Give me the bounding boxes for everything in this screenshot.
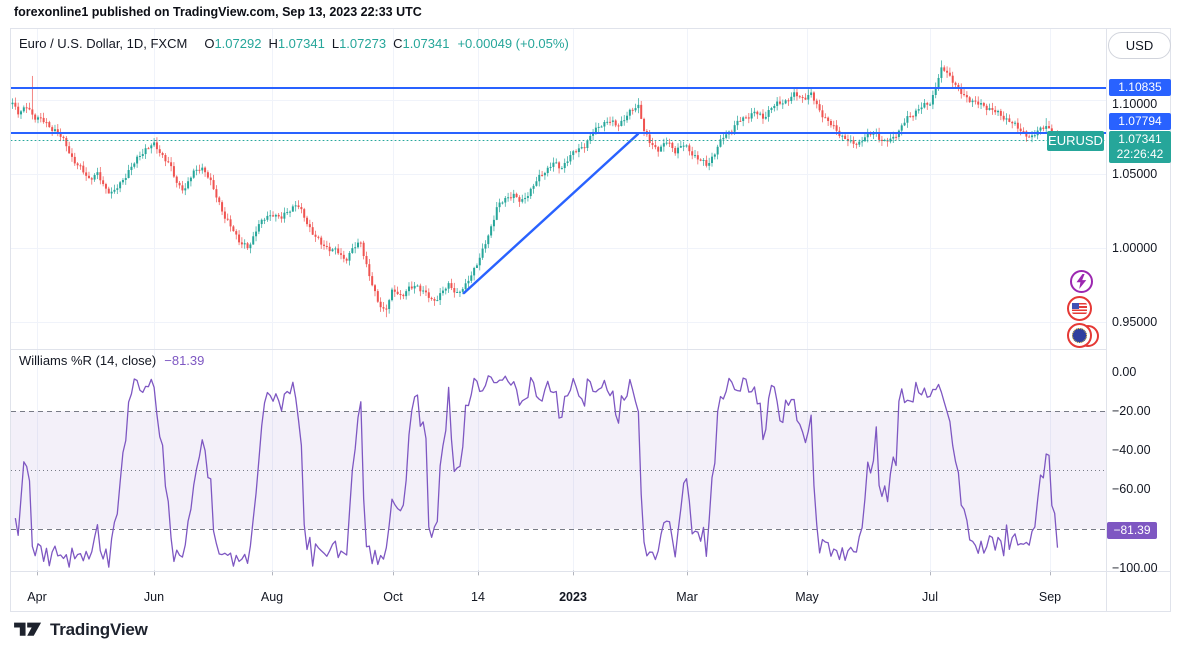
time-tick-label: Jul xyxy=(922,589,938,605)
price-tick-label: 1.05000 xyxy=(1112,167,1157,182)
time-tick-label: 2023 xyxy=(559,589,587,605)
last-price-value: 1.07341 xyxy=(1109,132,1171,147)
time-tick-label: Mar xyxy=(676,589,698,605)
time-tick-label: 14 xyxy=(471,589,485,605)
lightning-events-icon[interactable] xyxy=(1070,270,1093,293)
upper-level-price-label: 1.10835 xyxy=(1109,79,1171,96)
indicator-tick-label: −40.00 xyxy=(1112,443,1151,458)
symbol-title[interactable]: Euro / U.S. Dollar, 1D, FXCM xyxy=(19,36,187,51)
tradingview-footer[interactable]: TradingView xyxy=(14,620,148,640)
indicator-legend: Williams %R (14, close) −81.39 xyxy=(19,353,204,368)
time-tick-label: Oct xyxy=(383,589,402,605)
lower-level-price-label: 1.07794 xyxy=(1109,113,1171,130)
indicator-tick-label: −60.00 xyxy=(1112,482,1151,497)
indicator-tick-label: 0.00 xyxy=(1112,365,1136,380)
price-tick-label: 1.00000 xyxy=(1112,241,1157,256)
pane-divider[interactable] xyxy=(11,349,1106,350)
price-tick-label: 1.10000 xyxy=(1112,97,1157,112)
last-price-countdown-label: 1.07341 22:26:42 xyxy=(1109,131,1171,163)
time-tick-label: Jun xyxy=(144,589,164,605)
bar-countdown: 22:26:42 xyxy=(1109,147,1171,162)
indicator-tick-label: −20.00 xyxy=(1112,404,1151,419)
us-flag xyxy=(1072,303,1087,314)
time-tick-label: Sep xyxy=(1039,589,1061,605)
symbol-legend: Euro / U.S. Dollar, 1D, FXCMO1.07292H1.0… xyxy=(19,36,569,51)
ohlc-key: H xyxy=(268,36,277,51)
ohlc-value: 1.07292 xyxy=(214,36,261,51)
ohlc-key: O xyxy=(204,36,214,51)
tradingview-logo-icon xyxy=(14,621,42,639)
screenshot-root: forexonline1 published on TradingView.co… xyxy=(0,0,1177,650)
time-tick-label: Aug xyxy=(261,589,283,605)
ohlc-value: 1.07341 xyxy=(402,36,449,51)
publish-attribution: forexonline1 published on TradingView.co… xyxy=(14,5,422,19)
publish-text: forexonline1 published on TradingView.co… xyxy=(14,5,422,19)
time-tick-label: May xyxy=(795,589,819,605)
chart-widget: Euro / U.S. Dollar, 1D, FXCMO1.07292H1.0… xyxy=(10,28,1171,612)
eu-economic-events-icon[interactable] xyxy=(1067,323,1092,348)
ohlc-key: L xyxy=(332,36,339,51)
indicator-title[interactable]: Williams %R (14, close) xyxy=(19,353,156,368)
symbol-price-flag: EURUSD xyxy=(1047,131,1104,151)
ohlc-value: 1.07341 xyxy=(278,36,325,51)
ohlc-values: O1.07292H1.07341L1.07273C1.07341 xyxy=(197,36,449,51)
williams-value-label: −81.39 xyxy=(1107,522,1157,539)
ohlc-value: 1.07273 xyxy=(339,36,386,51)
event-icons-group xyxy=(1061,270,1107,376)
indicator-value: −81.39 xyxy=(164,353,204,368)
time-axis-divider xyxy=(11,571,1170,572)
currency-toggle-button[interactable]: USD xyxy=(1108,32,1171,59)
tradingview-brand-text: TradingView xyxy=(50,620,148,640)
us-economic-events-icon[interactable] xyxy=(1067,296,1092,321)
indicator-tick-label: −100.00 xyxy=(1112,561,1158,576)
price-tick-label: 0.95000 xyxy=(1112,315,1157,330)
change-value: +0.00049 (+0.05%) xyxy=(457,36,568,51)
eu-flag xyxy=(1072,328,1087,343)
time-tick-label: Apr xyxy=(27,589,46,605)
chart-canvas[interactable] xyxy=(11,29,1106,611)
